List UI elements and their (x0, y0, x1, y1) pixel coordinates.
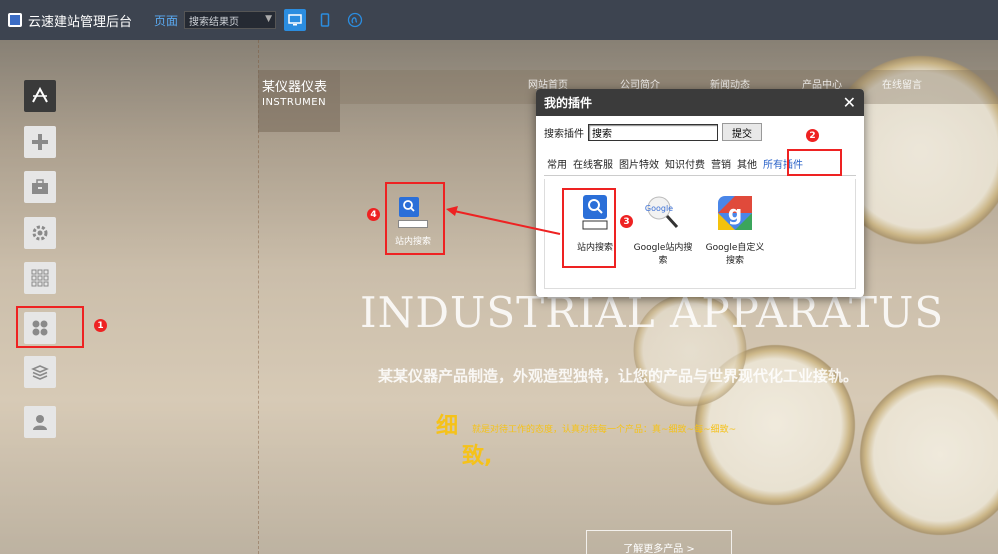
grid-icon (31, 269, 49, 287)
search-box-preview (398, 220, 428, 228)
design-icon (32, 86, 48, 103)
nav-item[interactable]: 在线留言 (882, 76, 922, 91)
detail-heading-2: 致, (462, 444, 493, 469)
submit-button[interactable]: 提交 (722, 123, 762, 141)
tab-paid-knowledge[interactable]: 知识付费 (665, 156, 705, 171)
tab-common[interactable]: 常用 (547, 156, 567, 171)
site-logo-en: INSTRUMEN (262, 97, 327, 108)
svg-text:Google: Google (645, 204, 673, 213)
desktop-view-button[interactable] (284, 9, 307, 31)
tab-image-effects[interactable]: 图片特效 (619, 156, 659, 171)
plugin-label: Google站内搜索 (633, 243, 693, 266)
tab-online-service[interactable]: 在线客服 (573, 156, 613, 171)
layers-button[interactable] (24, 356, 56, 388)
svg-text:g: g (728, 201, 742, 225)
mobile-icon (320, 13, 330, 27)
tab-marketing[interactable]: 营销 (711, 156, 731, 171)
step-badge: 1 (94, 319, 107, 332)
drag-arrow (446, 206, 561, 235)
plugin-search-row: 搜索插件 搜索 提交 (544, 123, 762, 141)
desktop-icon (288, 14, 302, 26)
detail-text: 就是对待工作的态度，认真对待每一个产品：真~细致~每~细致~ (472, 425, 737, 435)
toolbox-icon (32, 179, 48, 194)
plus-icon (32, 134, 48, 150)
plugins-highlight (16, 306, 84, 348)
chevron-down-icon: ▼ (265, 14, 273, 24)
wechat-view-button[interactable] (344, 9, 366, 31)
dialog-title-bar: 我的插件 ✕ (536, 89, 864, 116)
google-custom-search-icon: g (718, 196, 752, 230)
site-logo-cn: 某仪器仪表 (262, 80, 328, 95)
layers-icon (31, 365, 49, 380)
google-search-icon: Google (645, 196, 679, 229)
plugin-search-input[interactable]: 搜索 (588, 123, 718, 141)
toolbox-button[interactable] (24, 171, 56, 203)
hero-subtitle: 某某仪器产品制造，外观造型独特，让您的产品与世界现代化工业接轨。 (378, 367, 859, 385)
dropped-widget-label: 站内搜索 (395, 237, 432, 247)
search-label: 搜索插件 (544, 128, 584, 140)
dialog-title: 我的插件 (544, 96, 593, 110)
plugin-label: Google自定义搜索 (705, 243, 765, 266)
top-bar: 云速建站管理后台 页面 搜索结果页 ▼ (0, 0, 998, 40)
account-button[interactable] (24, 406, 56, 438)
layout-grid-button[interactable] (24, 262, 56, 294)
more-products-button[interactable]: 了解更多产品 > (586, 530, 732, 554)
user-icon (33, 415, 47, 430)
design-tool-button[interactable] (24, 80, 56, 112)
add-tool-button[interactable] (24, 126, 56, 158)
plugin-google-site-search[interactable]: Google Google站内搜索 (633, 193, 693, 266)
settings-button[interactable] (24, 217, 56, 249)
step-badge: 4 (367, 208, 380, 221)
close-icon[interactable]: ✕ (843, 93, 856, 112)
page-select-value: 搜索结果页 (189, 16, 240, 28)
step-badge: 2 (806, 129, 819, 142)
site-search-icon[interactable] (398, 196, 420, 218)
detail-heading: 细 (436, 414, 459, 439)
app-title: 云速建站管理后台 (28, 14, 133, 30)
mobile-view-button[interactable] (314, 9, 336, 31)
step-badge: 3 (620, 215, 633, 228)
plugin-highlight (562, 188, 616, 268)
app-logo-icon (8, 13, 22, 27)
plugin-google-custom-search[interactable]: g Google自定义搜索 (705, 193, 765, 266)
tab-other[interactable]: 其他 (737, 156, 757, 171)
page-label: 页面 (154, 13, 179, 28)
gear-icon (32, 225, 48, 241)
wechat-icon (347, 12, 363, 28)
all-plugins-highlight (787, 149, 842, 176)
site-logo[interactable]: 某仪器仪表 INSTRUMEN (258, 70, 340, 132)
page-select[interactable]: 搜索结果页 ▼ (184, 11, 277, 29)
